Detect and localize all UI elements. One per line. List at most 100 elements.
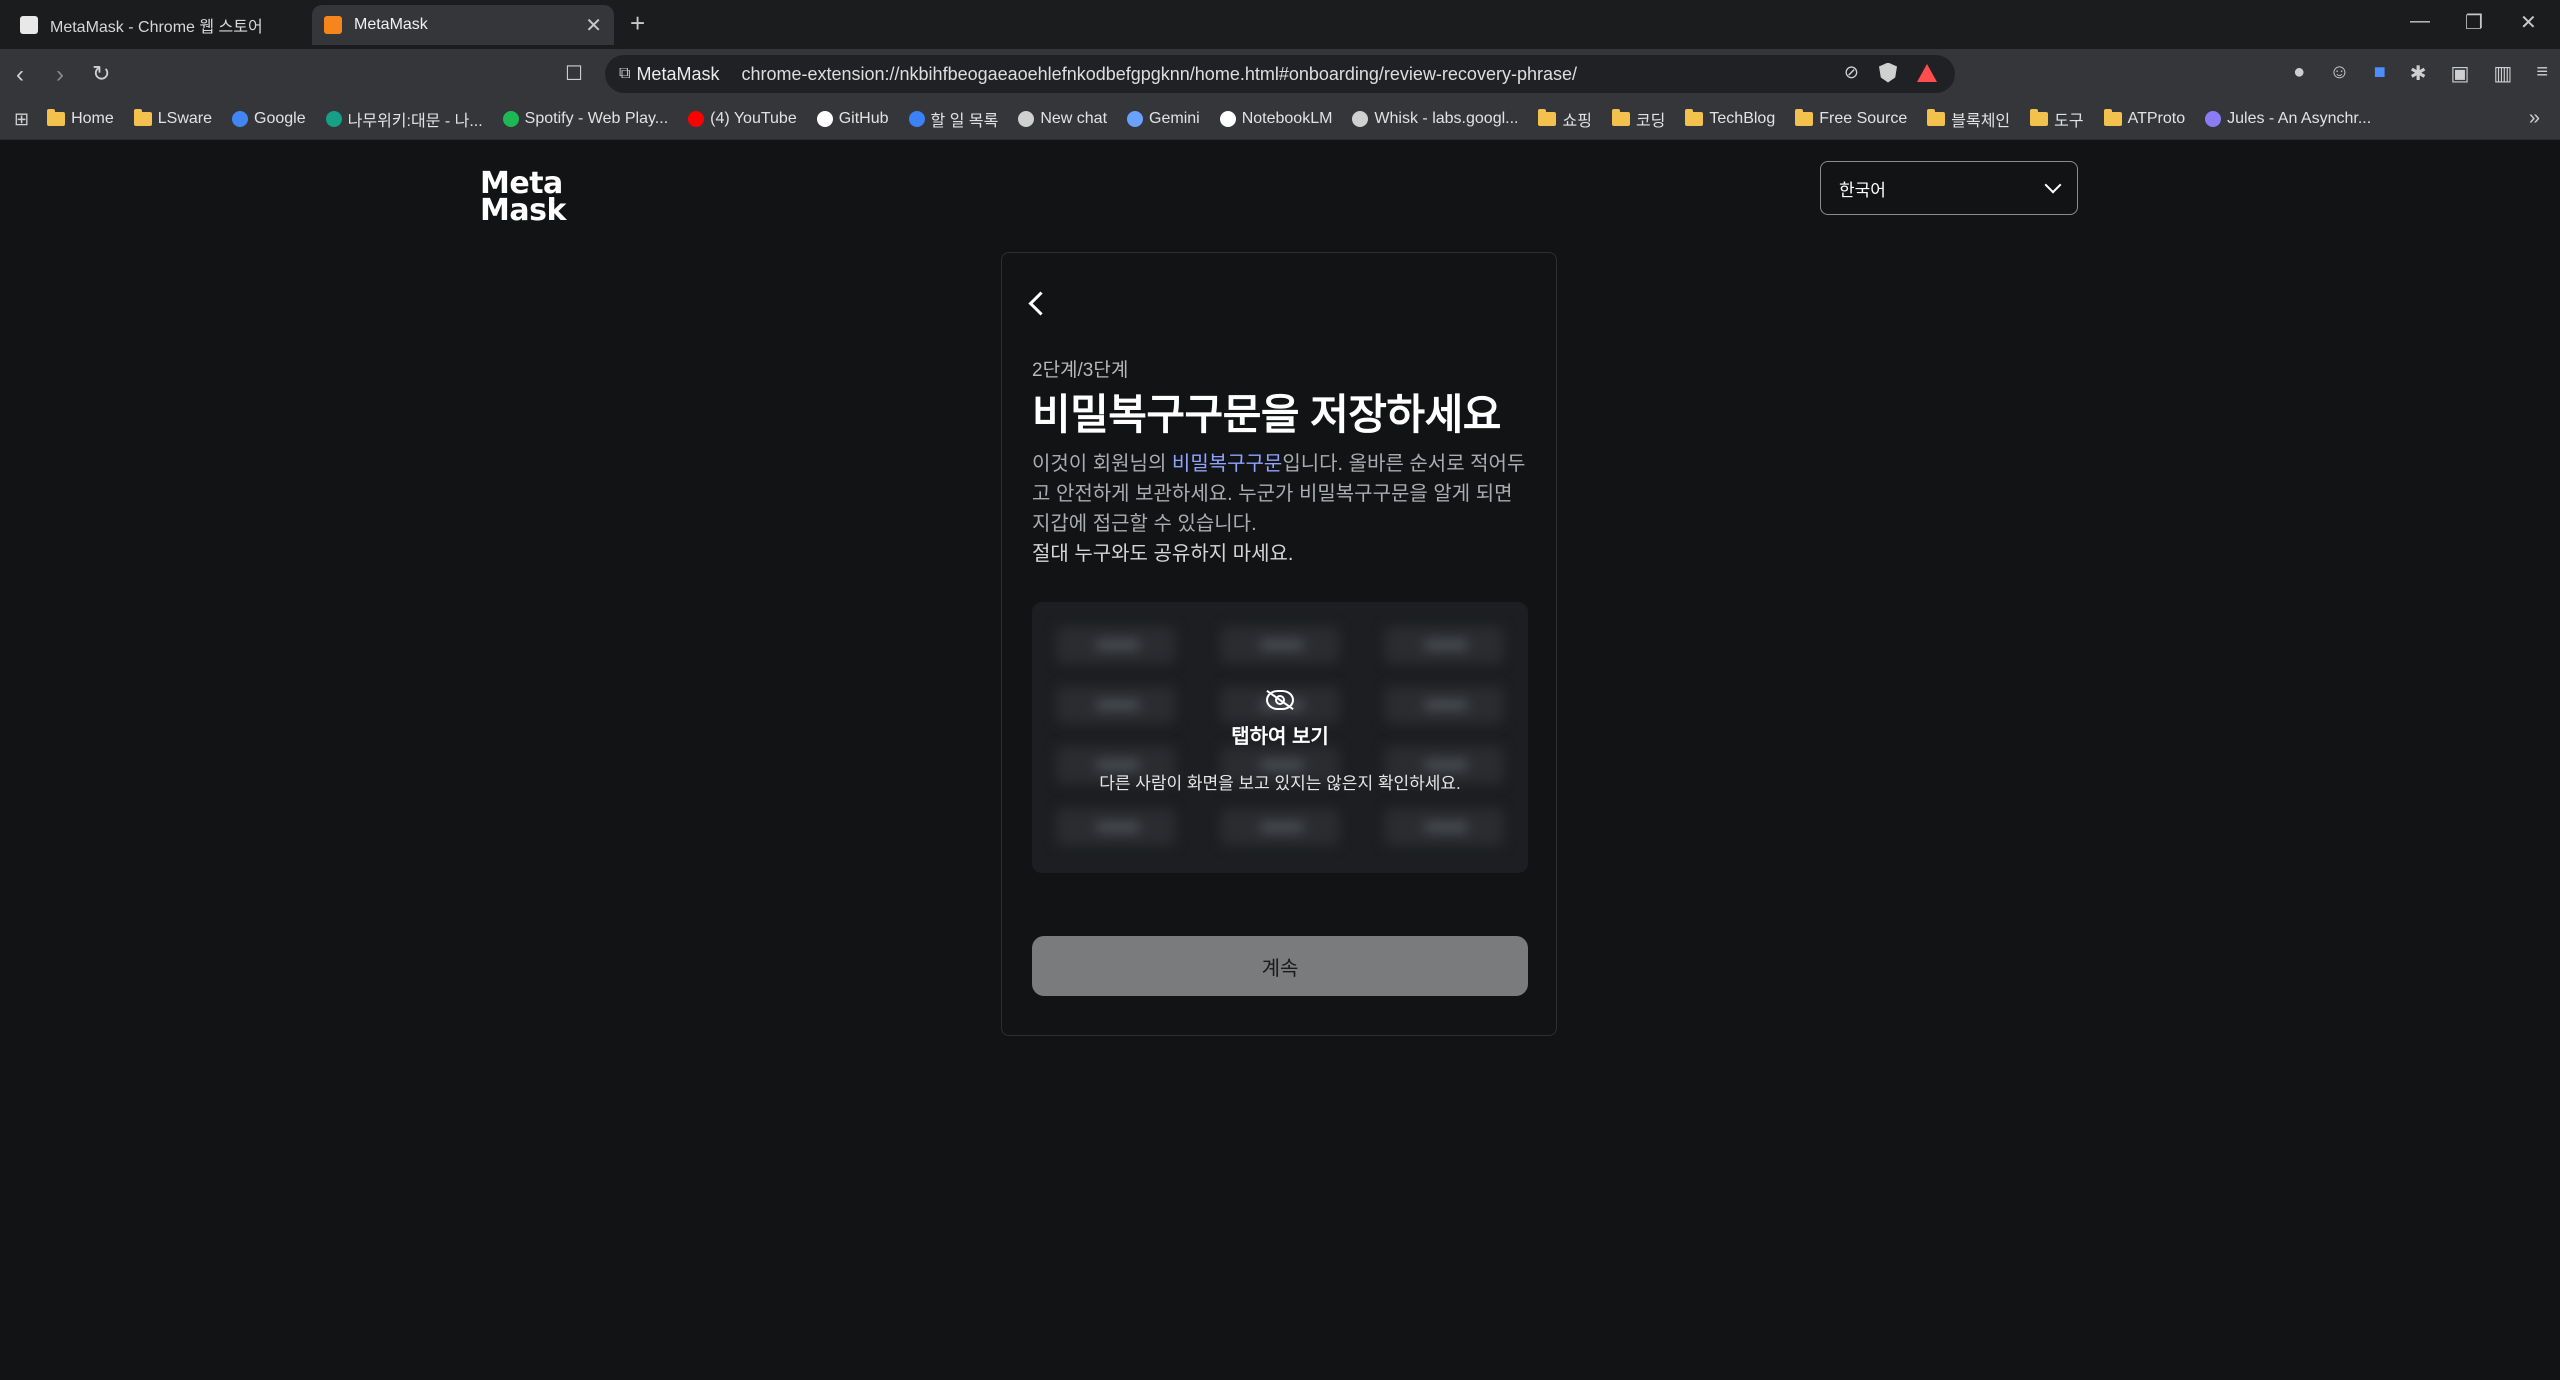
bookmark-label: 할 일 목록 (930, 113, 999, 130)
bookmark-label: Google (254, 110, 306, 127)
flask-icon (1352, 111, 1369, 127)
bookmark-label: 코딩 (1635, 113, 1666, 130)
menu-icon[interactable]: ≡ (2536, 61, 2548, 86)
google-icon (232, 111, 249, 127)
tab-title: MetaMask - Chrome 웹 스토어 (50, 19, 263, 36)
bookmark-item[interactable]: Spotify - Web Play... (502, 110, 669, 128)
github-icon (816, 111, 833, 127)
folder-icon (47, 109, 66, 126)
apps-grid-icon[interactable]: ⊞ (14, 109, 29, 130)
bookmark-item[interactable]: ATProto (2103, 109, 2186, 128)
bookmark-item[interactable]: Free Source (1795, 109, 1908, 128)
bookmark-label: Spotify - Web Play... (524, 110, 669, 127)
bookmark-label: (4) YouTube (710, 110, 797, 127)
desc-warning: 절대 누구와도 공유하지 마세요. (1032, 543, 1294, 565)
folder-icon (1611, 109, 1630, 126)
language-select[interactable]: 한국어 (1820, 161, 2078, 215)
tab-chrome-web-store[interactable]: MetaMask - Chrome 웹 스토어 (8, 5, 308, 45)
bookmark-item[interactable]: Home (47, 109, 114, 128)
folder-icon (133, 109, 152, 126)
back-arrow-icon[interactable] (1028, 291, 1053, 316)
namuwiki-icon (325, 111, 342, 127)
bookmarks-overflow-icon[interactable]: » (2529, 107, 2540, 130)
browser-toolbar: ‹ › ↻ ☐ ⧉ MetaMask chrome-extension://nk… (0, 49, 2560, 99)
folder-icon (1927, 109, 1946, 126)
forward-icon[interactable]: › (56, 61, 64, 89)
metamask-fox-icon (324, 16, 342, 34)
close-tab-icon[interactable]: ✕ (585, 13, 602, 38)
restore-button[interactable]: ❐ (2465, 10, 2483, 35)
jules-icon (2205, 111, 2222, 127)
bookmark-item[interactable]: GitHub (816, 110, 889, 128)
eye-slash-icon (1266, 689, 1294, 710)
language-value: 한국어 (1839, 180, 1886, 200)
bookmark-label: TechBlog (1709, 110, 1776, 127)
address-bar[interactable]: ⧉ MetaMask chrome-extension://nkbihfbeog… (605, 55, 1955, 93)
tab-metamask[interactable]: MetaMask ✕ (312, 5, 614, 45)
bookmark-label: Gemini (1149, 110, 1200, 127)
spotify-icon (502, 111, 519, 127)
bookmark-item[interactable]: 나무위키:대문 - 나... (325, 107, 483, 131)
close-window-button[interactable]: ✕ (2520, 10, 2537, 35)
brave-shield-icon[interactable] (1879, 62, 1897, 83)
bookmark-item[interactable]: 코딩 (1611, 107, 1666, 131)
bookmark-label: 도구 (2054, 113, 2084, 130)
chrome-store-favicon-icon (20, 16, 38, 34)
todo-icon (908, 111, 925, 127)
bookmark-item[interactable]: 쇼핑 (1538, 107, 1592, 131)
bookmark-item[interactable]: 할 일 목록 (908, 107, 999, 131)
bookmark-item[interactable]: LSware (133, 109, 212, 128)
password-manager-icon[interactable]: ● (2293, 61, 2305, 86)
reveal-subtitle: 다른 사람이 화면을 보고 있지는 않은지 확인하세요. (1099, 773, 1461, 793)
brave-rewards-icon[interactable] (1917, 63, 1937, 82)
onboarding-card: 2단계/3단계 비밀복구구문을 저장하세요 이것이 회원님의 비밀복구구문입니다… (1001, 252, 1557, 1036)
tap-to-reveal-overlay[interactable]: 탭하여 보기 다른 사람이 화면을 보고 있지는 않은지 확인하세요. (1032, 602, 1528, 873)
bookmark-label: Jules - An Asynchr... (2227, 110, 2372, 127)
new-tab-button[interactable]: + (630, 8, 645, 39)
url-text[interactable]: chrome-extension://nkbihfbeogaeaoehlefnk… (741, 64, 1577, 85)
bookmark-label: Home (71, 110, 114, 127)
folder-icon (2030, 109, 2049, 126)
bookmark-label: 블록체인 (1951, 113, 2011, 130)
bookmark-item[interactable]: 도구 (2030, 107, 2084, 131)
bookmark-item[interactable]: New chat (1018, 110, 1107, 128)
tab-strip: MetaMask - Chrome 웹 스토어 MetaMask ✕ + — ❐… (0, 0, 2560, 49)
site-chip-label: MetaMask (636, 63, 720, 84)
bookmark-item[interactable]: Whisk - labs.googl... (1352, 110, 1518, 128)
extensions-puzzle-icon[interactable]: ✱ (2410, 61, 2427, 86)
bookmark-item[interactable]: 블록체인 (1927, 107, 2010, 131)
bookmark-item[interactable]: TechBlog (1685, 109, 1776, 128)
youtube-icon (688, 111, 705, 127)
folder-icon (1685, 109, 1704, 126)
extension-translate-icon[interactable]: ■ (2374, 61, 2386, 86)
folder-icon (1795, 109, 1814, 126)
gemini-icon (1127, 111, 1144, 127)
bookmark-item[interactable]: Jules - An Asynchr... (2205, 110, 2371, 128)
extension-icon: ⧉ (619, 65, 631, 82)
bookmark-label: ATProto (2127, 110, 2186, 127)
tab-title: MetaMask (354, 16, 428, 33)
step-indicator: 2단계/3단계 (1032, 360, 1129, 381)
bookmark-label: GitHub (838, 110, 889, 127)
description: 이것이 회원님의 비밀복구구문입니다. 올바른 순서로 적어두고 안전하게 보관… (1032, 449, 1527, 569)
bookmark-icon[interactable]: ☐ (565, 61, 583, 86)
bookmark-item[interactable]: Gemini (1127, 110, 1200, 128)
continue-button[interactable]: 계속 (1032, 936, 1528, 996)
bookmark-label: 쇼핑 (1562, 113, 1592, 130)
bookmark-item[interactable]: (4) YouTube (688, 110, 797, 128)
bookmark-item[interactable]: Google (232, 110, 306, 128)
bookmark-item[interactable]: NotebookLM (1219, 110, 1332, 128)
back-icon[interactable]: ‹ (16, 61, 24, 89)
recovery-phrase-box[interactable]: 탭하여 보기 다른 사람이 화면을 보고 있지는 않은지 확인하세요. (1032, 602, 1528, 873)
sidebar-toggle-icon[interactable]: ▥ (2493, 61, 2512, 86)
extension-screenshot-icon[interactable]: ▣ (2451, 61, 2470, 86)
extension-robot-icon[interactable]: ☺ (2329, 61, 2349, 86)
bookmark-label: Whisk - labs.googl... (1374, 110, 1519, 127)
translate-off-icon[interactable]: ⊘ (1844, 62, 1859, 83)
bookmark-label: Free Source (1819, 110, 1908, 127)
minimize-button[interactable]: — (2410, 10, 2430, 33)
reload-icon[interactable]: ↻ (92, 61, 110, 87)
bookmarks-bar: ⊞ Home LSware Google 나무위키:대문 - 나... Spotify … (0, 99, 2560, 140)
site-info-chip[interactable]: ⧉ MetaMask (619, 64, 719, 85)
recovery-phrase-link[interactable]: 비밀복구구문 (1172, 453, 1282, 475)
